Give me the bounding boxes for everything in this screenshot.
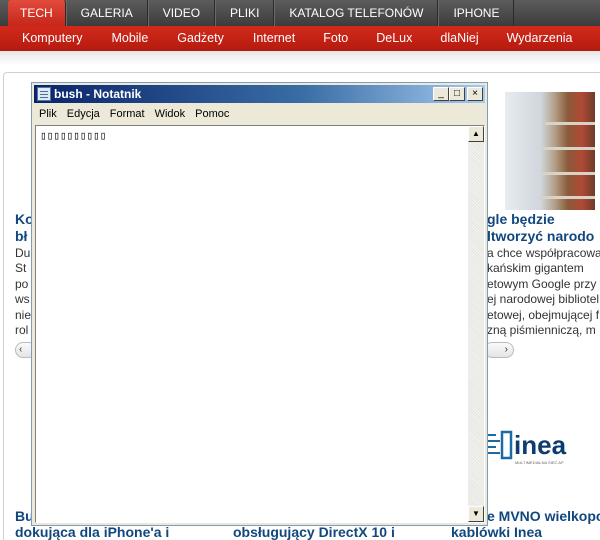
bottom-article-3-line-1[interactable]: e MVNO wielkopo — [487, 508, 600, 525]
notepad-titlebar[interactable]: bush - Notatnik _ □ × — [34, 85, 485, 103]
top-navigation: TECH GALERIA VIDEO PLIKI KATALOG TELEFON… — [0, 0, 600, 26]
bottom-article-2-line-1[interactable]: obsługujący DirectX 10 i — [233, 524, 395, 540]
article-right-pager[interactable]: › — [484, 342, 514, 358]
tab-tech[interactable]: TECH — [8, 0, 66, 26]
library-photo[interactable] — [505, 92, 595, 210]
scroll-up-button[interactable]: ▲ — [468, 126, 484, 142]
notepad-icon[interactable] — [37, 87, 51, 101]
article-right-headline-2[interactable]: ltworzyć narodo — [487, 228, 594, 245]
subnav-dlaniej[interactable]: dlaNiej — [440, 26, 478, 51]
article-left-snippet-4: ws — [15, 292, 30, 306]
notepad-text-content[interactable]: ▯▯▯▯▯▯▯▯▯▯ — [40, 129, 106, 142]
article-right-snippet-5: etowej, obejmującej f — [487, 308, 600, 322]
pager-right-arrow-icon[interactable]: › — [505, 343, 508, 357]
subnav-delux[interactable]: DeLux — [376, 26, 412, 51]
subnav-wydarzenia[interactable]: Wydarzenia — [507, 26, 573, 51]
bottom-article-3-line-2[interactable]: kablówki Inea — [451, 524, 542, 540]
minimize-button[interactable]: _ — [433, 87, 449, 101]
close-button[interactable]: × — [467, 87, 483, 101]
article-right-snippet-3: etowym Google przy t — [487, 277, 600, 291]
article-right-snippet-1: a chce współpracowa — [487, 246, 600, 260]
tab-iphone[interactable]: IPHONE — [438, 0, 515, 26]
article-right-headline-1[interactable]: gle będzie — [487, 211, 555, 228]
subnav-foto[interactable]: Foto — [323, 26, 348, 51]
scroll-down-button[interactable]: ▼ — [468, 506, 484, 522]
inea-logo-text: inea — [514, 430, 567, 460]
menu-edycja[interactable]: Edycja — [62, 105, 105, 124]
article-right-snippet-6: zną piśmienniczą, m — [487, 323, 596, 337]
article-right-snippet-4: ej narodowej bibliotel — [487, 292, 600, 306]
inea-tagline: MULTIMEDIALNA SIEĆ AP — [515, 460, 564, 465]
bottom-article-1-line-2[interactable]: dokująca dla iPhone'a i — [15, 524, 169, 540]
pager-left-arrow-icon[interactable]: ‹ — [16, 344, 22, 355]
article-left-snippet-5: nie — [15, 308, 32, 322]
nav-shadow — [0, 51, 600, 65]
menu-plik[interactable]: Plik — [34, 105, 62, 124]
tab-video[interactable]: VIDEO — [147, 0, 216, 26]
inea-logo[interactable]: inea MULTIMEDIALNA SIEĆ AP — [488, 428, 600, 468]
article-right-snippet-2: kańskim gigantem — [487, 261, 584, 275]
notepad-menubar: Plik Edycja Format Widok Pomoc — [34, 105, 485, 124]
tab-galeria[interactable]: GALERIA — [65, 0, 148, 26]
subnav-gadzety[interactable]: Gadżety — [177, 26, 224, 51]
menu-pomoc[interactable]: Pomoc — [190, 105, 234, 124]
menu-format[interactable]: Format — [105, 105, 150, 124]
vertical-scrollbar[interactable]: ▲ ▼ — [468, 126, 484, 522]
article-left-snippet-6: rol — [15, 323, 29, 337]
notepad-title: bush - Notatnik — [54, 87, 142, 101]
tab-pliki[interactable]: PLIKI — [215, 0, 275, 26]
sub-navigation: Komputery Mobile Gadżety Internet Foto D… — [0, 26, 600, 51]
tab-katalog-telefonow[interactable]: KATALOG TELEFONÓW — [274, 0, 439, 26]
subnav-komputery[interactable]: Komputery — [22, 26, 82, 51]
article-left-headline-2[interactable]: bł — [15, 228, 27, 245]
article-left-snippet-3: po — [15, 277, 29, 291]
menu-widok[interactable]: Widok — [150, 105, 191, 124]
article-left-snippet-1: Du — [15, 246, 31, 260]
maximize-button[interactable]: □ — [449, 87, 465, 101]
article-left-snippet-2: St — [15, 261, 27, 275]
subnav-internet[interactable]: Internet — [253, 26, 295, 51]
notepad-window[interactable]: bush - Notatnik _ □ × Plik Edycja Format… — [31, 82, 488, 526]
notepad-editor[interactable]: ▯▯▯▯▯▯▯▯▯▯ ▲ ▼ — [35, 125, 485, 523]
subnav-mobile[interactable]: Mobile — [111, 26, 148, 51]
